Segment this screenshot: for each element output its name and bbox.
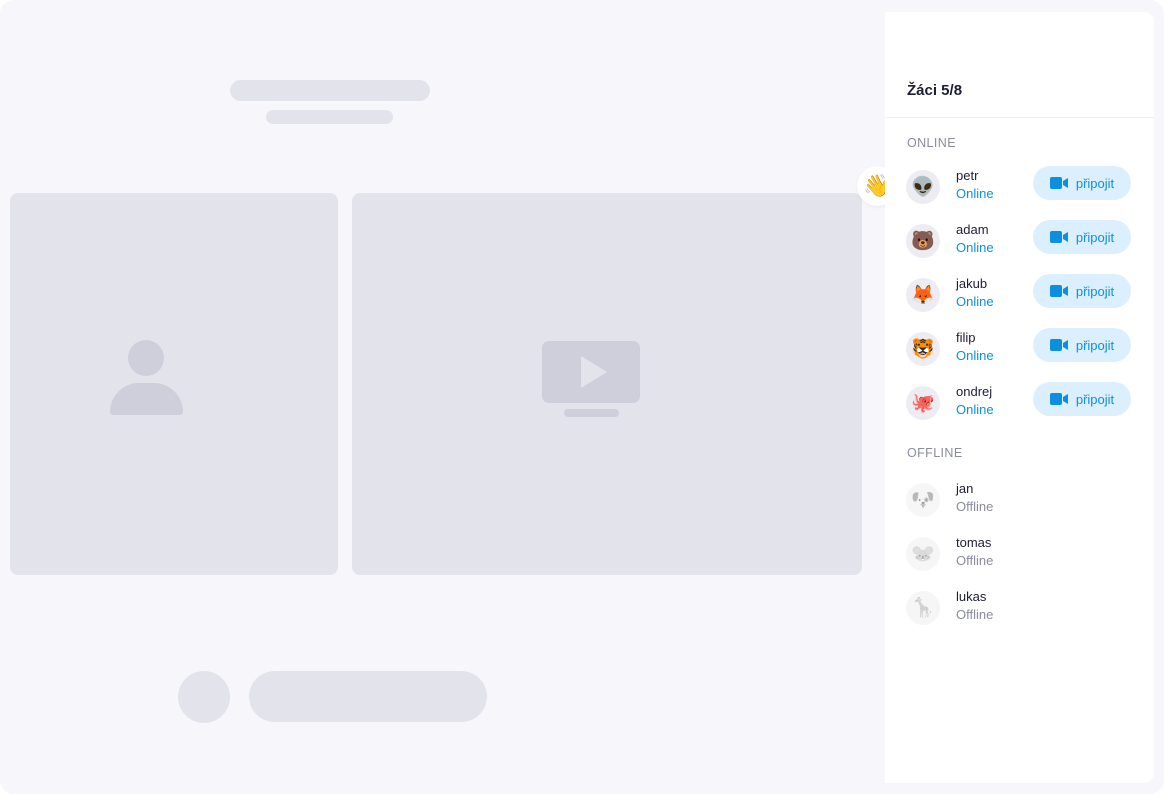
- classroom-window: 👋 Žáci 5/8 ONLINE 👽 petr Online připojit…: [0, 0, 1164, 794]
- avatar: 👽: [906, 170, 940, 204]
- join-button[interactable]: připojit: [1033, 328, 1131, 362]
- student-status: Online: [956, 294, 994, 309]
- student-name: adam: [956, 222, 989, 237]
- student-row: 🦊 jakub Online připojit: [885, 274, 1154, 315]
- video-camera-icon: [1049, 285, 1068, 297]
- join-button[interactable]: připojit: [1033, 166, 1131, 200]
- student-name: jan: [956, 481, 974, 496]
- student-row: 🐙 ondrej Online připojit: [885, 382, 1154, 423]
- control-button-placeholder[interactable]: [178, 671, 230, 723]
- student-status: Offline: [956, 499, 994, 514]
- student-name: petr: [956, 168, 979, 183]
- students-panel: Žáci 5/8 ONLINE 👽 petr Online připojit 🐻…: [885, 12, 1154, 783]
- student-row: 👽 petr Online připojit: [885, 166, 1154, 207]
- online-section-label: ONLINE: [907, 136, 956, 150]
- student-name: lukas: [956, 589, 987, 604]
- student-status: Online: [956, 240, 994, 255]
- offline-section-label: OFFLINE: [907, 446, 963, 460]
- avatar: 🦊: [906, 278, 940, 312]
- control-bar-placeholder[interactable]: [249, 671, 487, 722]
- student-row: 🐭 tomas Offline: [885, 534, 1154, 574]
- teacher-video-tile[interactable]: [10, 193, 338, 575]
- join-label: připojit: [1075, 229, 1115, 245]
- student-row: 🦒 lukas Offline: [885, 588, 1154, 628]
- video-camera-icon: [1049, 177, 1068, 189]
- avatar: 🐻: [906, 224, 940, 258]
- student-status: Offline: [956, 553, 994, 568]
- video-camera-icon: [1049, 339, 1068, 351]
- student-status: Online: [956, 402, 994, 417]
- join-button[interactable]: připojit: [1033, 220, 1131, 254]
- student-row: 🐯 filip Online připojit: [885, 328, 1154, 369]
- avatar: 🐭: [906, 537, 940, 571]
- student-name: filip: [956, 330, 976, 345]
- student-row: 🐶 jan Offline: [885, 480, 1154, 520]
- avatar: 🐶: [906, 483, 940, 517]
- student-status: Online: [956, 186, 994, 201]
- subtitle-placeholder: [266, 110, 393, 124]
- monitor-stand-icon: [564, 409, 619, 417]
- student-name: jakub: [956, 276, 988, 291]
- avatar: 🐯: [906, 332, 940, 366]
- join-button[interactable]: připojit: [1033, 382, 1131, 416]
- title-placeholder: [230, 80, 430, 101]
- play-icon: [581, 356, 607, 388]
- avatar: 🦒: [906, 591, 940, 625]
- join-label: připojit: [1075, 337, 1115, 353]
- person-icon: [128, 340, 164, 376]
- student-name: tomas: [956, 535, 992, 550]
- join-label: připojit: [1075, 283, 1115, 299]
- join-button[interactable]: připojit: [1033, 274, 1131, 308]
- video-camera-icon: [1049, 393, 1068, 405]
- panel-divider: [885, 117, 1154, 118]
- video-camera-icon: [1049, 231, 1068, 243]
- avatar: 🐙: [906, 386, 940, 420]
- student-status: Online: [956, 348, 994, 363]
- student-name: ondrej: [956, 384, 993, 399]
- student-status: Offline: [956, 607, 994, 622]
- join-label: připojit: [1075, 391, 1115, 407]
- student-row: 🐻 adam Online připojit: [885, 220, 1154, 261]
- panel-title: Žáci 5/8: [907, 82, 963, 99]
- join-label: připojit: [1075, 175, 1115, 191]
